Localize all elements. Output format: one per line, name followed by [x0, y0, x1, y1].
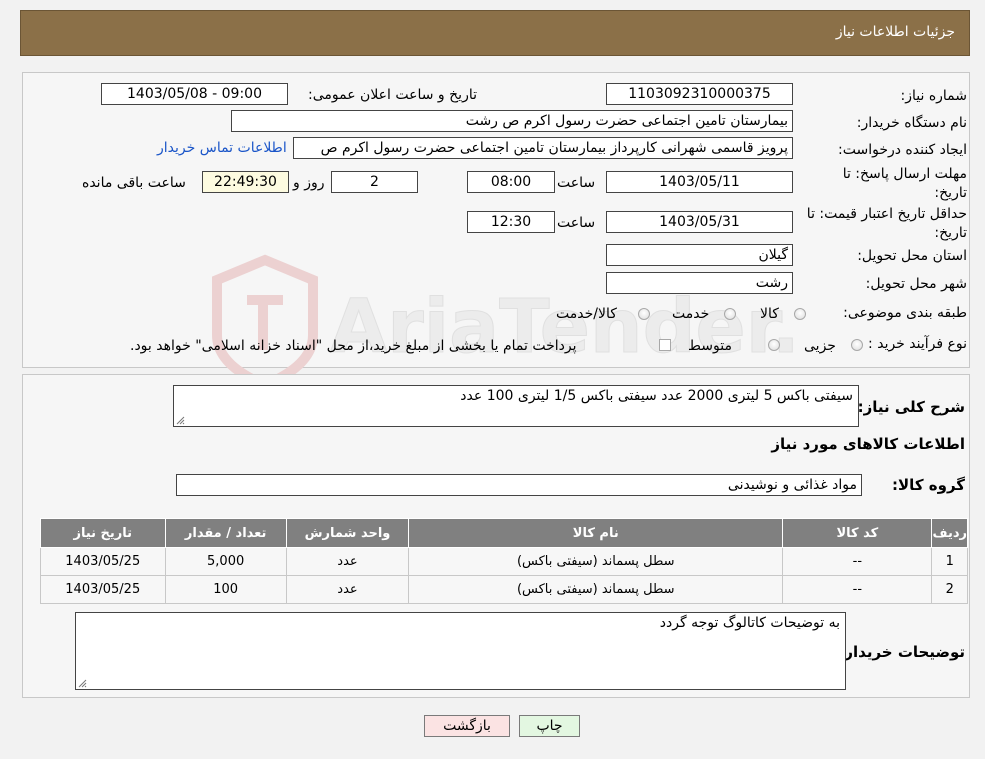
buyer-org-field[interactable]: بیمارستان تامین اجتماعی حضرت رسول اکرم ص…	[231, 110, 793, 132]
price-validity-label-date: تاریخ:	[934, 225, 967, 241]
cell-need-date: 1403/05/25	[40, 575, 166, 604]
treasury-payment-note: پرداخت تمام یا بخشی از مبلغ خرید،از محل …	[130, 338, 577, 354]
price-validity-time-field[interactable]: 12:30	[467, 211, 555, 233]
announce-date-label: تاریخ و ساعت اعلان عمومی:	[308, 87, 477, 103]
col-item-name[interactable]: نام کالا	[408, 518, 784, 548]
category-goods-service-label: کالا/خدمت	[556, 306, 617, 322]
category-service-label: خدمت	[672, 306, 710, 322]
col-item-code[interactable]: کد کالا	[782, 518, 933, 548]
col-unit[interactable]: واحد شمارش	[285, 518, 410, 548]
buyer-notes-label: توضیحات خریدار:	[838, 643, 965, 661]
resize-grip-icon[interactable]	[176, 416, 185, 425]
deadline-time-label: ساعت	[557, 175, 596, 191]
back-button[interactable]: بازگشت	[424, 715, 510, 737]
cell-item-name: سطل پسماند (سیفتی باکس)	[408, 575, 784, 604]
category-service-radio[interactable]	[724, 308, 736, 320]
category-goods-radio[interactable]	[794, 308, 806, 320]
deadline-label-date: تاریخ:	[934, 185, 967, 201]
cell-unit: عدد	[285, 575, 410, 604]
purchase-medium-label: متوسط	[688, 338, 732, 354]
remaining-days-field[interactable]: 2	[331, 171, 418, 193]
need-summary-label: شرح کلی نیاز:	[857, 398, 965, 416]
delivery-province-label: استان محل تحویل:	[857, 248, 967, 264]
table-row[interactable]: 2 -- سطل پسماند (سیفتی باکس) عدد 100 140…	[40, 575, 968, 604]
delivery-city-field[interactable]: رشت	[606, 272, 793, 294]
print-button[interactable]: چاپ	[519, 715, 580, 737]
delivery-province-field[interactable]: گیلان	[606, 244, 793, 266]
goods-group-field[interactable]: مواد غذائی و نوشیدنی	[176, 474, 862, 496]
cell-row-number: 2	[931, 575, 968, 604]
request-creator-field[interactable]: پرویز قاسمی شهرانی کارپرداز بیمارستان تا…	[293, 137, 793, 159]
cell-quantity: 5,000	[164, 547, 287, 576]
goods-table-header: ردیف کد کالا نام کالا واحد شمارش تعداد /…	[40, 518, 968, 548]
goods-table: ردیف کد کالا نام کالا واحد شمارش تعداد /…	[40, 518, 968, 604]
days-label: روز و	[293, 175, 325, 191]
announce-date-field[interactable]: 1403/05/08 - 09:00	[101, 83, 288, 105]
page-header: جزئیات اطلاعات نیاز	[20, 10, 970, 56]
subject-category-label: طبقه بندی موضوعی:	[843, 305, 967, 321]
col-need-date[interactable]: تاریخ نیاز	[40, 518, 166, 548]
need-number-label: شماره نیاز:	[900, 88, 968, 104]
col-quantity[interactable]: تعداد / مقدار	[164, 518, 287, 548]
cell-item-code: --	[782, 575, 933, 604]
deadline-time-field[interactable]: 08:00	[467, 171, 555, 193]
cell-item-name: سطل پسماند (سیفتی باکس)	[408, 547, 784, 576]
request-creator-label: ایجاد کننده درخواست:	[838, 142, 967, 158]
col-row-number[interactable]: ردیف	[931, 518, 968, 548]
price-validity-time-label: ساعت	[557, 215, 596, 231]
purchase-minor-radio[interactable]	[851, 339, 863, 351]
treasury-checkbox[interactable]	[659, 339, 671, 351]
price-validity-date-field[interactable]: 1403/05/31	[606, 211, 793, 233]
cell-row-number: 1	[931, 547, 968, 576]
cell-need-date: 1403/05/25	[40, 547, 166, 576]
purchase-medium-radio[interactable]	[768, 339, 780, 351]
delivery-city-label: شهر محل تحویل:	[865, 276, 967, 292]
need-summary-text: سیفتی باکس 5 لیتری 2000 عدد سیفتی باکس 1…	[460, 388, 853, 404]
cell-unit: عدد	[285, 547, 410, 576]
buyer-notes-text: به توضیحات کاتالوگ توجه گردد	[659, 615, 840, 631]
need-number-field[interactable]: 1103092310000375	[606, 83, 793, 105]
goods-group-label: گروه کالا:	[892, 476, 965, 494]
need-summary-field[interactable]: سیفتی باکس 5 لیتری 2000 عدد سیفتی باکس 1…	[173, 385, 859, 427]
goods-info-title: اطلاعات کالاهای مورد نیاز	[771, 435, 965, 453]
purchase-process-label: نوع فرآیند خرید :	[868, 336, 967, 352]
deadline-label: مهلت ارسال پاسخ: تا	[842, 166, 967, 182]
deadline-date-field[interactable]: 1403/05/11	[606, 171, 793, 193]
buyer-org-label: نام دستگاه خریدار:	[856, 115, 967, 131]
remaining-time-field: 22:49:30	[202, 171, 289, 193]
cell-quantity: 100	[164, 575, 287, 604]
purchase-minor-label: جزیی	[804, 338, 836, 354]
table-row[interactable]: 1 -- سطل پسماند (سیفتی باکس) عدد 5,000 1…	[40, 547, 968, 576]
remaining-time-label: ساعت باقی مانده	[82, 175, 186, 191]
resize-grip-icon[interactable]	[78, 679, 87, 688]
category-goods-service-radio[interactable]	[638, 308, 650, 320]
category-goods-label: کالا	[760, 306, 779, 322]
buyer-notes-field[interactable]: به توضیحات کاتالوگ توجه گردد	[75, 612, 846, 690]
cell-item-code: --	[782, 547, 933, 576]
price-validity-label: حداقل تاریخ اعتبار قیمت: تا	[806, 206, 967, 222]
page-title: جزئیات اطلاعات نیاز	[835, 24, 955, 40]
buyer-contact-link[interactable]: اطلاعات تماس خریدار	[157, 140, 287, 156]
